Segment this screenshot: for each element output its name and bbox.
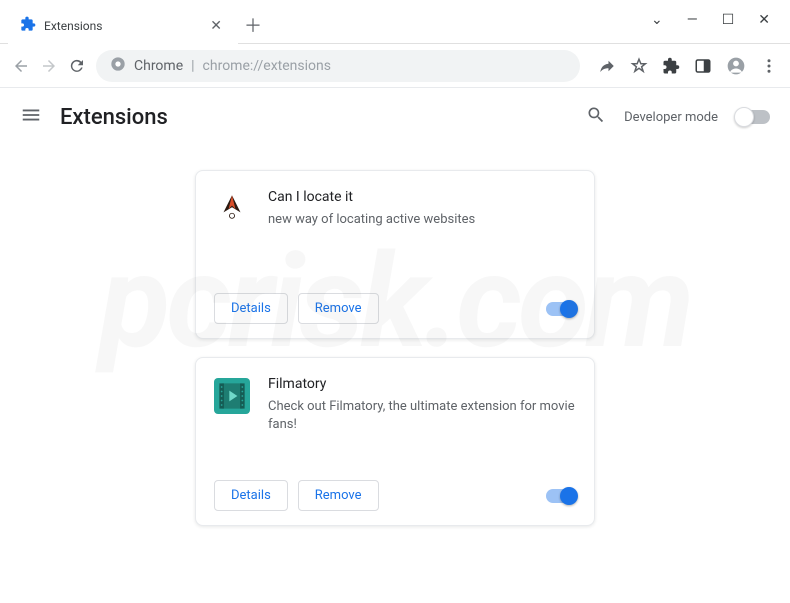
maximize-button[interactable]: ☐ [722, 12, 735, 28]
forward-button[interactable] [40, 57, 58, 75]
extension-icon [214, 191, 250, 227]
sidepanel-icon[interactable] [694, 57, 712, 75]
omnibox-url: chrome://extensions [203, 58, 331, 74]
address-bar[interactable]: Chrome | chrome://extensions [96, 50, 580, 82]
minimize-button[interactable]: — [687, 12, 698, 28]
details-button[interactable]: Details [214, 480, 288, 511]
developer-mode-label: Developer mode [624, 110, 718, 125]
extension-description: Check out Filmatory, the ultimate extens… [268, 398, 576, 434]
browser-toolbar: Chrome | chrome://extensions [0, 44, 790, 88]
hamburger-menu-button[interactable] [20, 104, 42, 130]
tab-close-button[interactable]: ✕ [206, 16, 226, 36]
omnibox-divider: | [191, 58, 194, 74]
extension-description: new way of locating active websites [268, 211, 576, 229]
menu-icon[interactable] [760, 57, 778, 75]
profile-icon[interactable] [726, 56, 746, 76]
omnibox-scheme: Chrome [134, 58, 183, 74]
back-button[interactable] [12, 57, 30, 75]
reload-button[interactable] [68, 57, 86, 75]
extension-name: Can I locate it [268, 189, 576, 205]
header-actions: Developer mode [586, 105, 770, 129]
page-title: Extensions [60, 105, 168, 130]
extensions-puzzle-icon[interactable] [662, 57, 680, 75]
extension-icon [214, 378, 250, 414]
extension-card: Filmatory Check out Filmatory, the ultim… [195, 357, 595, 526]
extension-enable-toggle[interactable] [546, 302, 576, 316]
caret-down-icon[interactable]: ⌄ [651, 12, 663, 28]
extension-name: Filmatory [268, 376, 576, 392]
developer-mode-toggle[interactable] [736, 110, 770, 124]
tab-title: Extensions [44, 19, 102, 33]
search-icon[interactable] [586, 105, 606, 129]
extension-card: Can I locate it new way of locating acti… [195, 170, 595, 339]
star-icon[interactable] [630, 57, 648, 75]
extension-enable-toggle[interactable] [546, 489, 576, 503]
window-controls: ⌄ — ☐ ✕ [651, 0, 790, 28]
extensions-list: Can I locate it new way of locating acti… [0, 142, 790, 526]
remove-button[interactable]: Remove [298, 293, 379, 324]
chrome-logo-icon [110, 56, 126, 76]
puzzle-icon [20, 16, 36, 36]
close-window-button[interactable]: ✕ [758, 12, 770, 28]
details-button[interactable]: Details [214, 293, 288, 324]
new-tab-button[interactable]: ＋ [238, 0, 272, 38]
remove-button[interactable]: Remove [298, 480, 379, 511]
page-header: Extensions Developer mode [0, 88, 790, 142]
share-icon[interactable] [598, 57, 616, 75]
browser-tab[interactable]: Extensions ✕ [8, 6, 238, 46]
window-titlebar: Extensions ✕ ＋ ⌄ — ☐ ✕ [0, 0, 790, 44]
toolbar-actions [590, 56, 778, 76]
